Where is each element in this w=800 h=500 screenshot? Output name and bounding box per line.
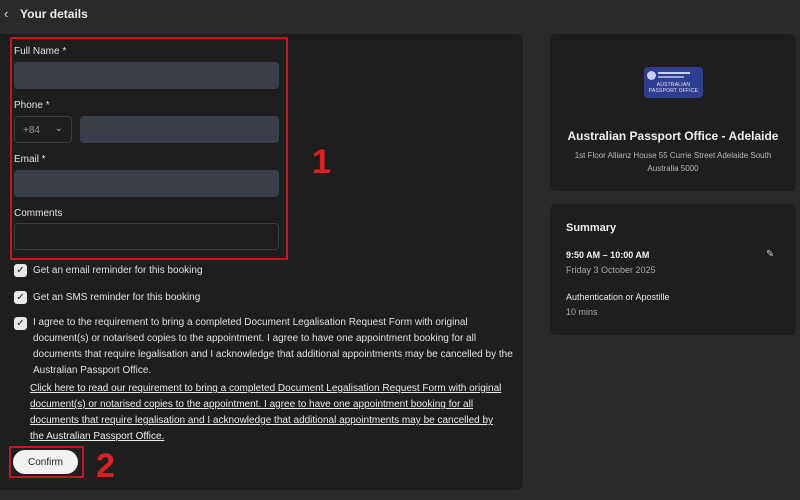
pencil-icon[interactable]: ✎: [766, 249, 774, 260]
agreement-row: ✓ I agree to the requirement to bring a …: [14, 317, 516, 379]
annotation-marker-1: 1: [312, 143, 331, 181]
office-card: AUSTRALIAN PASSPORT OFFICE Australian Pa…: [550, 34, 796, 191]
email-reminder-label: Get an email reminder for this booking: [33, 265, 203, 276]
header: ‹ Your details: [0, 0, 800, 30]
chevron-down-icon: ⌄: [54, 123, 63, 134]
email-reminder-checkbox[interactable]: ✓: [14, 264, 27, 277]
comments-input[interactable]: [14, 223, 279, 250]
agreement-label: I agree to the requirement to bring a co…: [33, 317, 513, 376]
appointment-date: Friday 3 October 2025: [566, 265, 656, 275]
passport-office-logo: AUSTRALIAN PASSPORT OFFICE: [644, 67, 703, 98]
details-form-panel: Full Name * Phone * +84 ⌄ Email * Commen…: [0, 34, 523, 490]
office-name: Australian Passport Office - Adelaide: [567, 129, 779, 143]
summary-title: Summary: [566, 222, 617, 234]
sms-reminder-row: ✓ Get an SMS reminder for this booking: [14, 291, 200, 306]
service-name: Authentication or Apostille: [566, 292, 670, 302]
phone-label: Phone *: [14, 100, 50, 111]
sms-reminder-label: Get an SMS reminder for this booking: [33, 292, 201, 303]
full-name-input[interactable]: [14, 62, 279, 89]
service-duration: 10 mins: [566, 307, 598, 317]
country-code-value: +84: [23, 125, 40, 136]
coat-of-arms-icon: [647, 71, 656, 80]
country-code-select[interactable]: +84 ⌄: [14, 116, 72, 143]
email-label: Email *: [14, 154, 46, 165]
email-input[interactable]: [14, 170, 279, 197]
office-address: 1st Floor Allianz House 55 Currie Street…: [574, 151, 772, 173]
logo-text-line2: PASSPORT OFFICE: [648, 88, 699, 94]
full-name-label: Full Name *: [14, 46, 67, 57]
comments-label: Comments: [14, 208, 63, 219]
agreement-details-link[interactable]: Click here to read our requirement to br…: [30, 381, 508, 445]
confirm-button[interactable]: Confirm: [13, 450, 78, 474]
summary-card: Summary 9:50 AM – 10:00 AM Friday 3 Octo…: [550, 204, 796, 335]
chevron-left-icon[interactable]: ‹: [4, 6, 18, 22]
agreement-checkbox[interactable]: ✓: [14, 317, 27, 330]
annotation-marker-2: 2: [96, 447, 115, 485]
appointment-time: 9:50 AM – 10:00 AM: [566, 250, 650, 260]
page-title: Your details: [20, 7, 88, 21]
email-reminder-row: ✓ Get an email reminder for this booking: [14, 264, 203, 279]
phone-input[interactable]: [80, 116, 279, 143]
sms-reminder-checkbox[interactable]: ✓: [14, 291, 27, 304]
